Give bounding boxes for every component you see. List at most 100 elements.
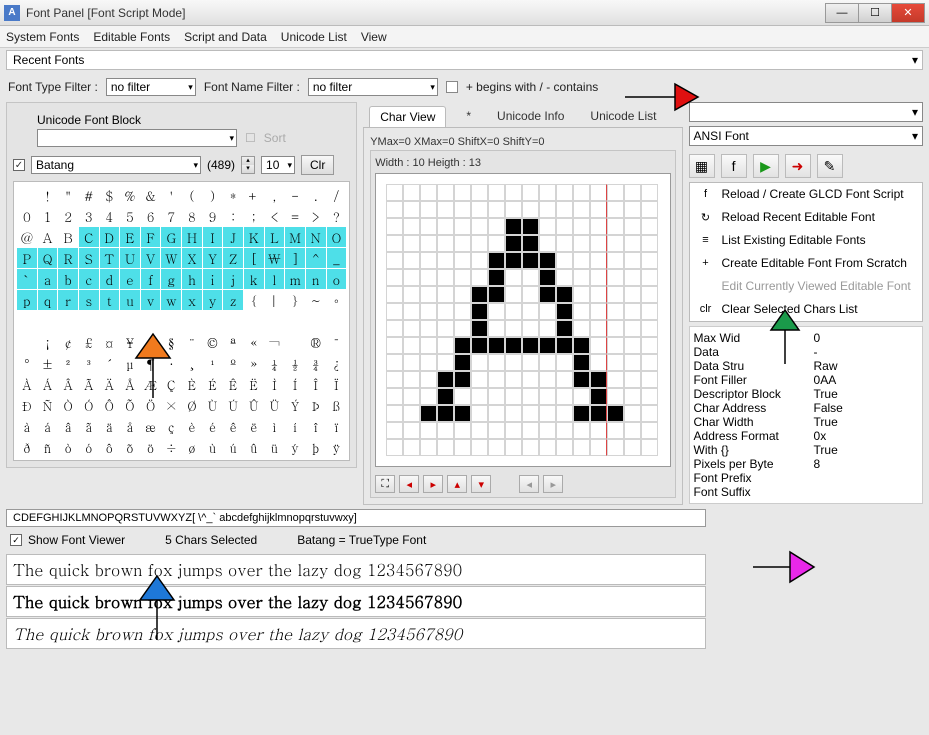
grid-cell[interactable]: f xyxy=(140,269,161,290)
grid-cell[interactable]: í xyxy=(285,416,306,437)
close-button[interactable]: ✕ xyxy=(891,3,925,23)
grid-cell[interactable]: ¹ xyxy=(202,353,223,374)
grid-cell[interactable]: G xyxy=(161,227,182,248)
grid-cell[interactable]: ] xyxy=(285,248,306,269)
grid-cell[interactable]: D xyxy=(99,227,120,248)
grid-cell[interactable]: * xyxy=(223,185,244,206)
grid-cell[interactable] xyxy=(78,311,99,332)
grid-cell[interactable]: Í xyxy=(285,374,306,395)
grid-cell[interactable]: b xyxy=(58,269,79,290)
grid-cell[interactable]: × xyxy=(161,395,182,416)
selected-chars-box[interactable]: CDEFGHIJKLMNOPQRSTUVWXYZ[ \^_` abcdefghi… xyxy=(6,509,706,527)
grid-cell[interactable]: x xyxy=(182,290,203,311)
grid-cell[interactable]: Ú xyxy=(223,395,244,416)
grid-cell[interactable]: O xyxy=(326,227,347,248)
grid-cell[interactable]: ó xyxy=(78,437,99,458)
grid-cell[interactable]: Ð xyxy=(17,395,38,416)
wand-icon[interactable]: ✎ xyxy=(817,154,843,178)
font-icon[interactable]: f xyxy=(721,154,747,178)
grid-cell[interactable]: p xyxy=(17,290,38,311)
grid-cell[interactable]: U xyxy=(120,248,141,269)
grid-cell[interactable]: Ê xyxy=(223,374,244,395)
grid-cell[interactable]: 6 xyxy=(140,206,161,227)
font-size-combo[interactable]: 10▾ xyxy=(261,156,295,174)
action-menu-item[interactable]: ↻Reload Recent Editable Font xyxy=(690,206,922,229)
grid-cell[interactable]: ` xyxy=(17,269,38,290)
grid-cell[interactable]: ¤ xyxy=(99,332,120,353)
grid-cell[interactable]: ~ xyxy=(305,290,326,311)
grid-cell[interactable]: ÿ xyxy=(326,437,347,458)
grid-cell[interactable]: » xyxy=(243,353,264,374)
grid-cell[interactable]: Q xyxy=(37,248,58,269)
grid-cell[interactable]: 4 xyxy=(99,206,120,227)
pixel-canvas[interactable] xyxy=(375,173,670,467)
grid-cell[interactable]: Ë xyxy=(243,374,264,395)
grid-cell[interactable]: Y xyxy=(202,248,223,269)
grid-cell[interactable]: H xyxy=(182,227,203,248)
tab-unicode-info[interactable]: Unicode Info xyxy=(491,106,570,127)
grid-cell[interactable]: ® xyxy=(305,332,326,353)
arrow-left-icon[interactable]: ◂ xyxy=(399,475,419,493)
grid-cell[interactable]: â xyxy=(58,416,79,437)
grid-cell[interactable]: Ò xyxy=(58,395,79,416)
grid-cell[interactable]: þ xyxy=(305,437,326,458)
grid-cell[interactable]: [ xyxy=(243,248,264,269)
grid-cell[interactable]: § xyxy=(161,332,182,353)
grid-cell[interactable]: + xyxy=(243,185,264,206)
maximize-button[interactable]: ☐ xyxy=(858,3,892,23)
grid-cell[interactable]: $ xyxy=(99,185,120,206)
grid-cell[interactable]: ½ xyxy=(285,353,306,374)
grid-cell[interactable]: ' xyxy=(161,185,182,206)
grid-cell[interactable]: ´ xyxy=(99,353,120,374)
grid-cell[interactable]: Ü xyxy=(264,395,285,416)
grid-cell[interactable]: ¾ xyxy=(305,353,326,374)
grid-cell[interactable] xyxy=(182,311,203,332)
grid-cell[interactable]: a xyxy=(37,269,58,290)
tab-char-view[interactable]: Char View xyxy=(369,106,446,127)
grid-cell[interactable]: } xyxy=(285,290,306,311)
grid-cell[interactable]: S xyxy=(78,248,99,269)
grid-cell[interactable]: i xyxy=(202,269,223,290)
prev-icon[interactable]: ◂ xyxy=(519,475,539,493)
menu-view[interactable]: View xyxy=(361,30,387,44)
font-name-filter-combo[interactable]: no filter▾ xyxy=(308,78,438,96)
action-menu-item[interactable]: +Create Editable Font From Scratch xyxy=(690,252,922,275)
grid-cell[interactable]: e xyxy=(120,269,141,290)
grid-cell[interactable]: ? xyxy=(326,206,347,227)
grid-cell[interactable]: R xyxy=(58,248,79,269)
grid-cell[interactable]: V xyxy=(140,248,161,269)
grid-cell[interactable]: . xyxy=(305,185,326,206)
tab-unicode-list[interactable]: Unicode List xyxy=(584,106,662,127)
grid-cell[interactable]: È xyxy=(182,374,203,395)
grid-cell[interactable]: L xyxy=(264,227,285,248)
recent-fonts-combo[interactable]: Recent Fonts ▾ xyxy=(6,50,923,70)
grid-cell[interactable] xyxy=(223,311,244,332)
grid-cell[interactable]: q xyxy=(37,290,58,311)
fit-icon[interactable]: ⛶ xyxy=(375,475,395,493)
grid-cell[interactable]: ³ xyxy=(78,353,99,374)
grid-cell[interactable]: ¡ xyxy=(37,332,58,353)
grid-cell[interactable]: ì xyxy=(264,416,285,437)
grid-cell[interactable]: 2 xyxy=(58,206,79,227)
grid-cell[interactable]: # xyxy=(78,185,99,206)
grid-cell[interactable]: î xyxy=(305,416,326,437)
grid-cell[interactable]: ¢ xyxy=(58,332,79,353)
arrow-right-icon[interactable]: ▸ xyxy=(423,475,443,493)
grid-cell[interactable] xyxy=(58,311,79,332)
grid-cell[interactable]: Ö xyxy=(140,395,161,416)
grid-cell[interactable]: ¦ xyxy=(140,332,161,353)
font-name-combo[interactable]: Batang▾ xyxy=(31,156,201,174)
grid-cell[interactable]: ¯ xyxy=(326,332,347,353)
grid-cell[interactable] xyxy=(326,311,347,332)
grid-cell[interactable]: 1 xyxy=(37,206,58,227)
right-search-input[interactable]: ▾ xyxy=(689,102,923,122)
grid-cell[interactable]: ; xyxy=(243,206,264,227)
grid-cell[interactable] xyxy=(140,311,161,332)
grid-cell[interactable]: k xyxy=(243,269,264,290)
grid-cell[interactable]: B xyxy=(58,227,79,248)
grid-cell[interactable]: s xyxy=(78,290,99,311)
ansi-font-combo[interactable]: ANSI Font▾ xyxy=(689,126,923,146)
grid-cell[interactable]: u xyxy=(120,290,141,311)
minimize-button[interactable]: — xyxy=(825,3,859,23)
grid-cell[interactable]: Û xyxy=(243,395,264,416)
